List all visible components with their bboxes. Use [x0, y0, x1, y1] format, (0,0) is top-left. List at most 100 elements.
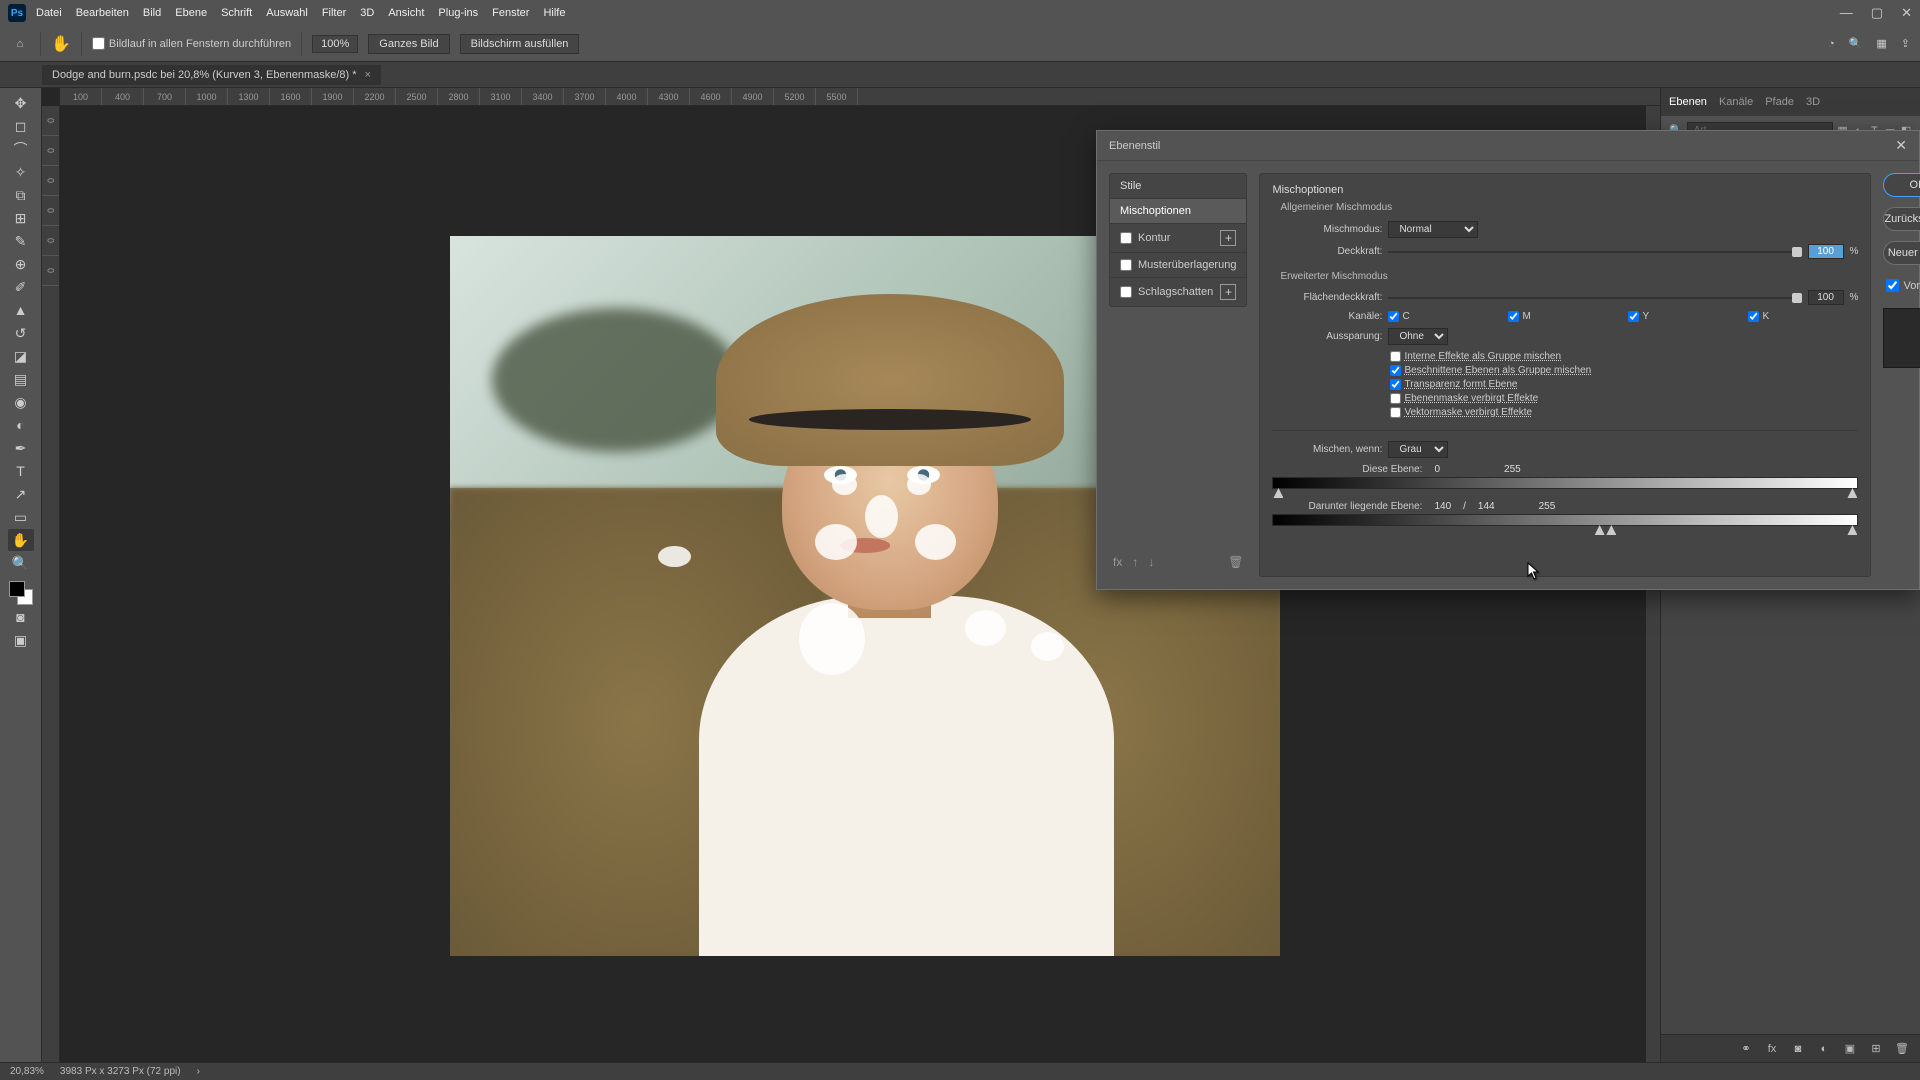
channel-m[interactable]: M: [1508, 311, 1618, 322]
hand-tool-icon[interactable]: ✋: [51, 34, 71, 54]
under-high-thumb[interactable]: [1847, 525, 1857, 535]
opt-clipped-layers[interactable]: Beschnittene Ebenen als Gruppe mischen: [1390, 365, 1858, 376]
color-swatch[interactable]: [9, 581, 33, 605]
trash-icon[interactable]: 🗑: [1894, 1041, 1910, 1057]
type-tool[interactable]: T: [8, 460, 34, 482]
ok-button[interactable]: OK: [1883, 173, 1920, 197]
style-kontur[interactable]: Kontur +: [1110, 223, 1246, 252]
search-icon[interactable]: 🔍: [1849, 37, 1863, 50]
this-low-thumb[interactable]: [1273, 488, 1283, 498]
reset-button[interactable]: Zurücksetzen: [1883, 207, 1920, 231]
add-icon[interactable]: +: [1220, 284, 1236, 300]
scroll-all-checkbox[interactable]: Bildlauf in allen Fenstern durchführen: [92, 37, 291, 50]
under-layer-gradient[interactable]: [1272, 514, 1858, 526]
menu-hilfe[interactable]: Hilfe: [543, 7, 565, 19]
brush-tool[interactable]: ✐: [8, 276, 34, 298]
dialog-close-icon[interactable]: ✕: [1895, 137, 1907, 154]
document-tab[interactable]: Dodge and burn.psdc bei 20,8% (Kurven 3,…: [42, 65, 381, 85]
opt-vectormask-hides[interactable]: Vektormaske verbirgt Effekte: [1390, 407, 1858, 418]
under-low-thumb-b[interactable]: [1606, 525, 1616, 535]
tab-3d[interactable]: 3D: [1806, 96, 1820, 108]
arrow-up-icon[interactable]: ↑: [1132, 555, 1138, 569]
menu-plugins[interactable]: Plug-ins: [438, 7, 478, 19]
menu-datei[interactable]: Datei: [36, 7, 62, 19]
add-icon[interactable]: +: [1220, 230, 1236, 246]
opt-layermask-hides[interactable]: Ebenenmaske verbirgt Effekte: [1390, 393, 1858, 404]
tab-pfade[interactable]: Pfade: [1765, 96, 1794, 108]
minimize-icon[interactable]: —: [1840, 5, 1853, 21]
link-icon[interactable]: ⚭: [1738, 1041, 1754, 1057]
home-icon[interactable]: ⌂: [10, 34, 30, 54]
screenmode-tool[interactable]: ▣: [8, 629, 34, 651]
pen-tool[interactable]: ✒: [8, 437, 34, 459]
hand-tool[interactable]: ✋: [8, 529, 34, 551]
new-layer-icon[interactable]: ⊞: [1868, 1041, 1884, 1057]
path-tool[interactable]: ↗: [8, 483, 34, 505]
stamp-tool[interactable]: ▲: [8, 299, 34, 321]
history-brush-tool[interactable]: ↺: [8, 322, 34, 344]
adjustment-icon[interactable]: ◐: [1816, 1041, 1832, 1057]
menu-filter[interactable]: Filter: [322, 7, 346, 19]
fill-slider[interactable]: [1388, 293, 1801, 303]
status-chevron-icon[interactable]: ›: [197, 1066, 200, 1077]
menu-schrift[interactable]: Schrift: [221, 7, 252, 19]
knockout-select[interactable]: Ohne: [1388, 328, 1448, 345]
kontur-checkbox[interactable]: [1120, 232, 1132, 244]
fit-whole-button[interactable]: Ganzes Bild: [368, 34, 449, 54]
blend-mode-select[interactable]: Normal: [1388, 221, 1478, 238]
dialog-titlebar[interactable]: Ebenenstil ✕: [1097, 131, 1919, 161]
muster-checkbox[interactable]: [1120, 259, 1132, 271]
tab-ebenen[interactable]: Ebenen: [1669, 96, 1707, 108]
menu-3d[interactable]: 3D: [360, 7, 374, 19]
menu-auswahl[interactable]: Auswahl: [266, 7, 308, 19]
channel-c[interactable]: C: [1388, 311, 1498, 322]
zoom-field[interactable]: 100%: [312, 35, 358, 53]
gradient-tool[interactable]: ▤: [8, 368, 34, 390]
style-schlagschatten[interactable]: Schlagschatten +: [1110, 277, 1246, 306]
channel-k[interactable]: K: [1748, 311, 1858, 322]
eyedropper-tool[interactable]: ✎: [8, 230, 34, 252]
shape-tool[interactable]: ▭: [8, 506, 34, 528]
crop-tool[interactable]: ⧉: [8, 184, 34, 206]
zoom-tool[interactable]: 🔍: [8, 552, 34, 574]
menu-ebene[interactable]: Ebene: [175, 7, 207, 19]
schlagschatten-checkbox[interactable]: [1120, 286, 1132, 298]
opt-transparency-shapes[interactable]: Transparenz formt Ebene: [1390, 379, 1858, 390]
workspace-icon[interactable]: ▦: [1876, 37, 1886, 50]
fx-menu-icon[interactable]: fx: [1113, 555, 1122, 569]
menu-bild[interactable]: Bild: [143, 7, 161, 19]
wand-tool[interactable]: ✧: [8, 161, 34, 183]
styles-header[interactable]: Stile: [1110, 174, 1246, 198]
tab-kanaele[interactable]: Kanäle: [1719, 96, 1753, 108]
fill-value[interactable]: 100: [1808, 290, 1844, 305]
opt-internal-effects[interactable]: Interne Effekte als Gruppe mischen: [1390, 351, 1858, 362]
menu-fenster[interactable]: Fenster: [492, 7, 529, 19]
fill-screen-button[interactable]: Bildschirm ausfüllen: [460, 34, 580, 54]
preview-checkbox[interactable]: Vorschau: [1883, 279, 1920, 292]
marquee-tool[interactable]: ◻: [8, 115, 34, 137]
maximize-icon[interactable]: ▢: [1871, 5, 1883, 21]
style-muster[interactable]: Musterüberlagerung: [1110, 252, 1246, 277]
channel-y[interactable]: Y: [1628, 311, 1738, 322]
lasso-tool[interactable]: ⌒: [8, 138, 34, 160]
new-style-button[interactable]: Neuer Stil…: [1883, 241, 1920, 265]
opacity-value[interactable]: 100: [1808, 244, 1844, 259]
under-low-thumb-a[interactable]: [1595, 525, 1605, 535]
share-icon[interactable]: ⇪: [1901, 37, 1910, 50]
blendif-select[interactable]: Grau: [1388, 441, 1448, 458]
eraser-tool[interactable]: ◪: [8, 345, 34, 367]
mask-icon[interactable]: ◙: [1790, 1041, 1806, 1057]
close-icon[interactable]: ✕: [1901, 5, 1912, 21]
status-zoom[interactable]: 20,83%: [10, 1066, 44, 1077]
heal-tool[interactable]: ⊕: [8, 253, 34, 275]
this-high-thumb[interactable]: [1847, 488, 1857, 498]
arrow-down-icon[interactable]: ↓: [1148, 555, 1154, 569]
menu-ansicht[interactable]: Ansicht: [388, 7, 424, 19]
cloud-icon[interactable]: ◔: [1828, 38, 1835, 50]
fx-icon[interactable]: fx: [1764, 1041, 1780, 1057]
blending-options-row[interactable]: Mischoptionen: [1110, 198, 1246, 223]
trash-icon[interactable]: 🗑: [1228, 555, 1243, 569]
quickmask-tool[interactable]: ◙: [8, 606, 34, 628]
dodge-tool[interactable]: ◐: [8, 414, 34, 436]
opacity-slider[interactable]: [1388, 247, 1801, 257]
